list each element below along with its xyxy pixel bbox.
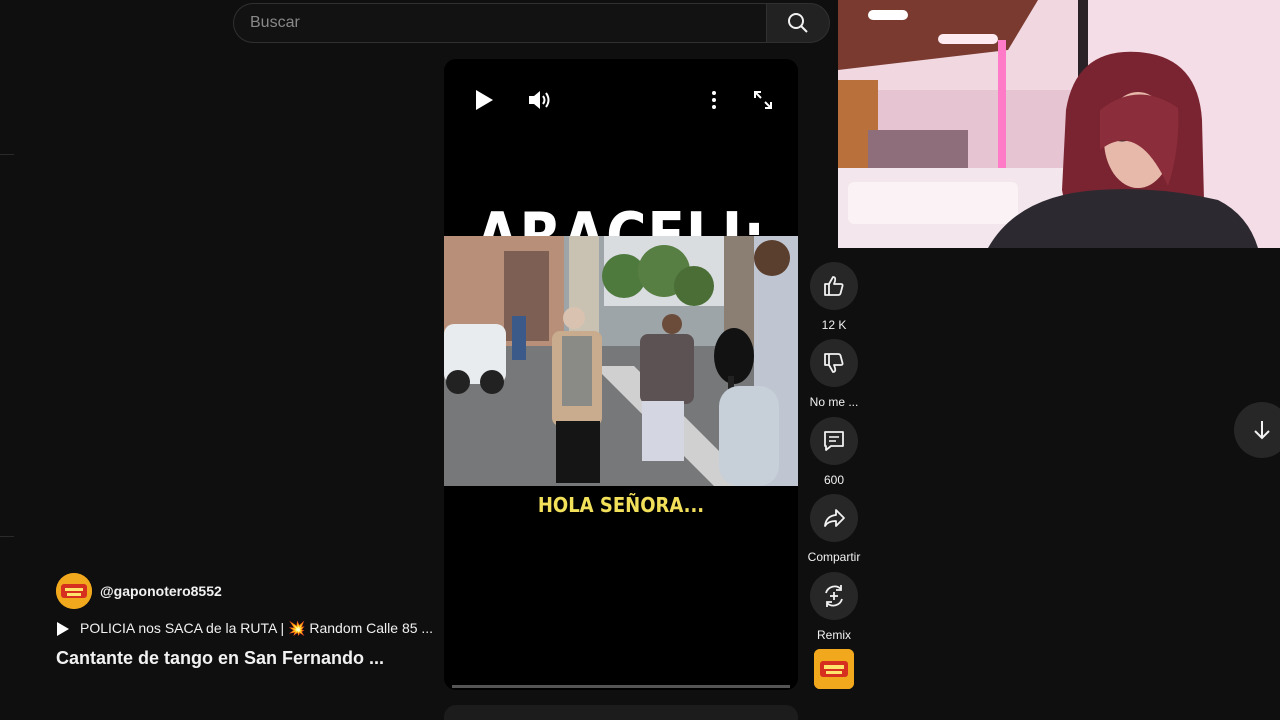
short-video-player[interactable]: ARACELI: <box>444 59 798 690</box>
dislike-action: No me ... <box>806 339 862 409</box>
search-icon <box>788 13 808 33</box>
dislike-label: No me ... <box>809 395 859 409</box>
share-action: Compartir <box>806 494 862 564</box>
next-short-button[interactable] <box>1234 402 1280 458</box>
comments-action: 600 <box>806 417 862 487</box>
related-video-title: POLICIA nos SACA de la RUTA | 💥 Random C… <box>80 620 434 636</box>
remix-label: Remix <box>816 628 851 642</box>
progress-bar[interactable] <box>452 685 790 688</box>
divider <box>0 154 14 155</box>
video-frame <box>444 236 798 486</box>
related-video-link[interactable]: POLICIA nos SACA de la RUTA | 💥 Random C… <box>56 620 433 637</box>
video-title: Cantante de tango en San Fernando ... <box>56 648 385 668</box>
search-input[interactable] <box>233 3 766 43</box>
arrow-down-icon <box>1254 421 1270 440</box>
share-icon <box>824 509 845 527</box>
play-icon <box>57 621 69 636</box>
thumbs-up-icon <box>824 276 844 296</box>
play-button[interactable] <box>470 86 498 114</box>
divider <box>0 536 14 537</box>
thumbs-down-icon <box>824 353 844 373</box>
comment-icon <box>824 431 844 451</box>
remix-action: Remix <box>806 572 862 642</box>
more-options-button[interactable] <box>702 86 726 114</box>
channel-thumbnail[interactable] <box>814 649 854 689</box>
search-button[interactable] <box>766 3 830 43</box>
caption-bottom: HOLA SEÑORA... <box>537 493 705 517</box>
play-icon <box>476 90 493 110</box>
webcam-overlay <box>838 0 1280 248</box>
next-video-preview <box>444 705 798 720</box>
like-count: 12 K <box>821 318 847 332</box>
volume-icon <box>529 91 550 109</box>
search-bar <box>233 3 830 43</box>
comments-count: 600 <box>823 473 845 487</box>
dislike-button[interactable] <box>810 339 858 387</box>
volume-button[interactable] <box>524 84 556 116</box>
share-label: Compartir <box>807 550 861 564</box>
channel-logo-icon <box>814 649 854 689</box>
share-button[interactable] <box>810 494 858 542</box>
channel-logo-icon <box>56 573 92 609</box>
like-action: 12 K <box>806 262 862 332</box>
remix-button[interactable] <box>810 572 858 620</box>
fullscreen-icon <box>754 91 772 109</box>
fullscreen-button[interactable] <box>749 86 777 114</box>
channel-row: @gaponotero8552 <box>56 573 222 609</box>
comments-button[interactable] <box>810 417 858 465</box>
remix-icon <box>825 585 843 607</box>
more-vertical-icon <box>712 91 716 109</box>
like-button[interactable] <box>810 262 858 310</box>
avatar[interactable] <box>56 573 92 609</box>
channel-handle[interactable]: @gaponotero8552 <box>100 583 222 599</box>
shorts-page: ARACELI: <box>0 0 1280 720</box>
